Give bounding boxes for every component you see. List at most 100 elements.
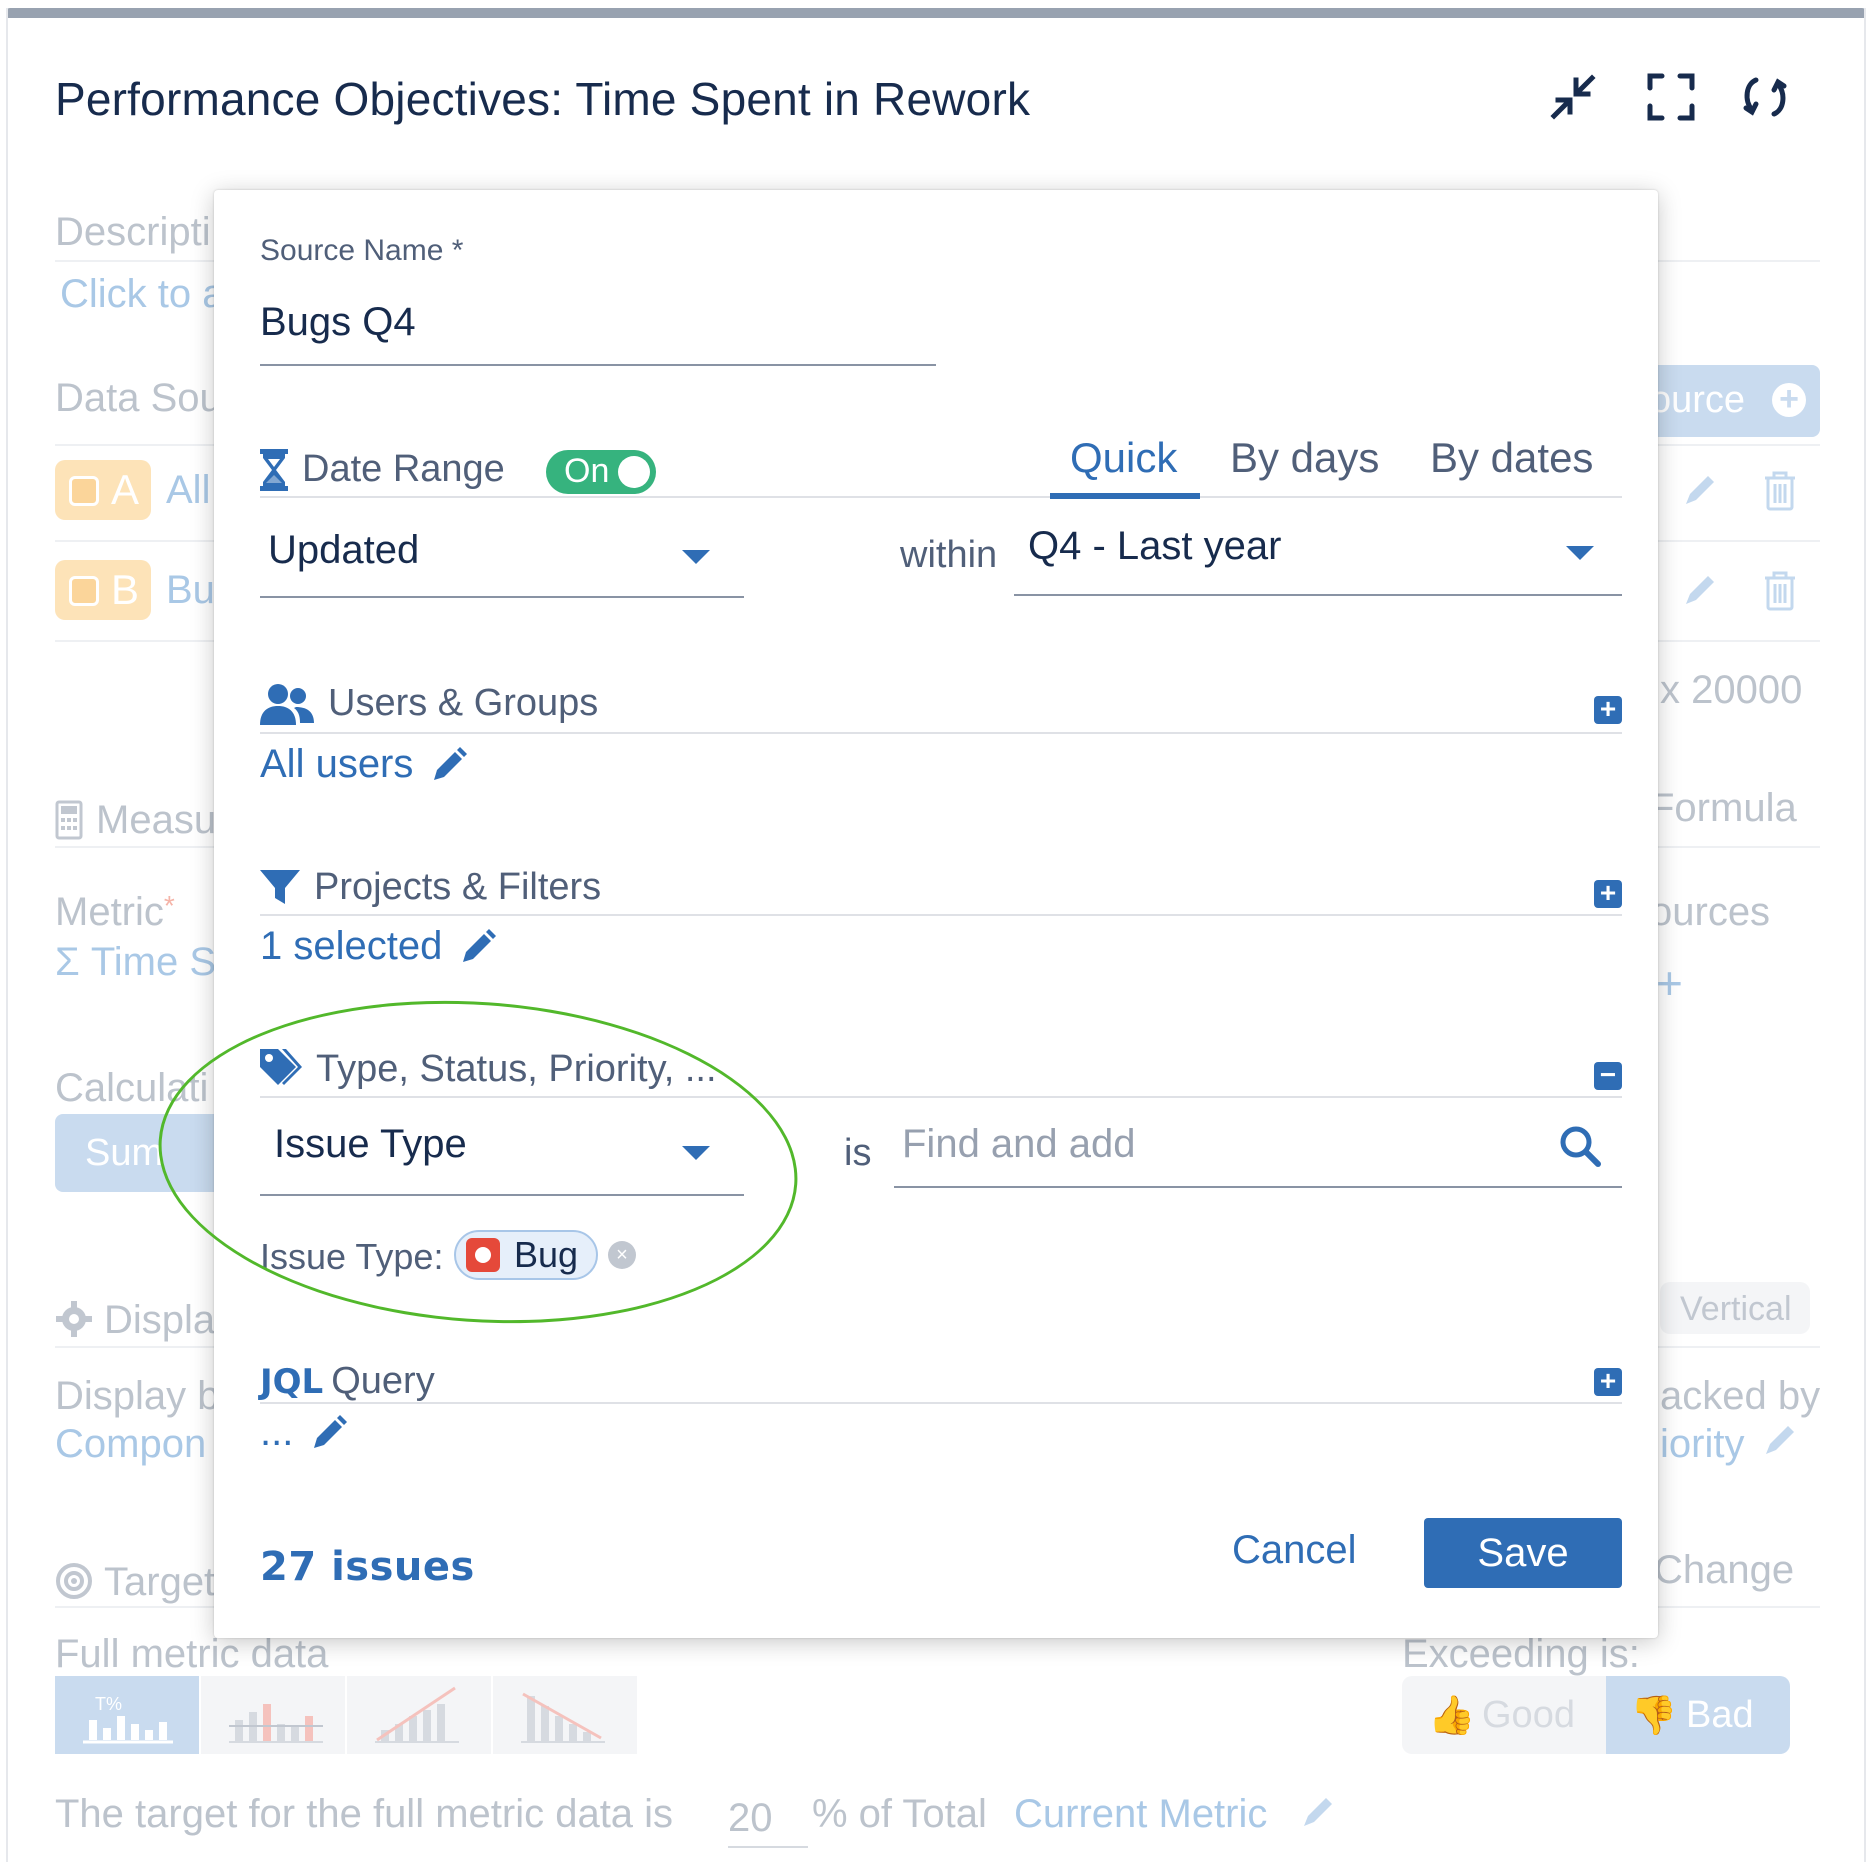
collapse-type-button[interactable]: − xyxy=(1594,1061,1622,1090)
bad-option[interactable]: 👎 Bad xyxy=(1606,1676,1790,1754)
add-icon[interactable]: + xyxy=(1656,956,1683,1010)
good-option[interactable]: 👍 Good xyxy=(1402,1676,1606,1754)
display-label: Displa xyxy=(104,1298,216,1342)
data-sources-label: Data Sou xyxy=(55,376,222,420)
bad-label: Bad xyxy=(1686,1694,1754,1736)
metric-label: Metric* xyxy=(55,890,175,935)
trash-icon[interactable] xyxy=(1762,570,1798,612)
issues-count: 27 issues xyxy=(260,1544,475,1590)
toggle-label: On xyxy=(564,452,610,490)
plus-circle-icon: + xyxy=(1772,382,1806,417)
filter-icon xyxy=(260,869,300,904)
hourglass-icon xyxy=(260,448,288,491)
issue-field-value: Issue Type xyxy=(274,1122,467,1166)
type-divider xyxy=(260,1096,1622,1098)
bug-chip-label: Bug xyxy=(514,1234,579,1275)
description-link[interactable]: Click to a xyxy=(60,272,225,317)
save-button[interactable]: Save xyxy=(1424,1518,1622,1588)
pencil-icon[interactable] xyxy=(1680,570,1720,610)
checkbox-icon xyxy=(69,576,99,606)
is-label: is xyxy=(844,1132,872,1174)
users-groups-title: Users & Groups xyxy=(328,682,599,724)
required-marker: * xyxy=(163,890,175,921)
target-value-input[interactable]: 20 xyxy=(728,1796,773,1841)
users-groups-header: Users & Groups xyxy=(260,682,598,725)
sources-label: ources xyxy=(1650,890,1771,934)
period-underline xyxy=(1014,594,1622,596)
pencil-icon[interactable] xyxy=(1680,470,1720,510)
vertical-toggle[interactable]: Vertical xyxy=(1660,1282,1810,1334)
projects-filters-header: Projects & Filters xyxy=(260,866,601,909)
projects-filters-title: Projects & Filters xyxy=(314,866,602,908)
current-metric-link[interactable]: Current Metric xyxy=(1014,1792,1267,1837)
date-range-label: Date Range xyxy=(302,448,505,490)
chart-type-trend-down[interactable] xyxy=(493,1676,639,1754)
date-range-toggle[interactable]: On xyxy=(546,450,656,494)
exceeding-label: Exceeding is: xyxy=(1402,1632,1640,1676)
metric-label-text: Metric xyxy=(55,890,164,934)
active-tab-indicator xyxy=(1050,493,1200,499)
chart-type-percent[interactable]: T% xyxy=(55,1676,201,1754)
change-label: Change xyxy=(1654,1548,1795,1592)
display-by-value[interactable]: Compon xyxy=(55,1422,206,1467)
date-field-select[interactable]: Updated xyxy=(260,520,744,592)
jql-value-link[interactable]: ... xyxy=(260,1410,348,1455)
tab-by-dates[interactable]: By dates xyxy=(1430,434,1593,482)
metric-value[interactable]: Σ Time S xyxy=(55,940,216,985)
page-title: Performance Objectives: Time Spent in Re… xyxy=(55,73,1031,125)
chart-type-selector: T% xyxy=(55,1676,639,1754)
chart-type-trend-up[interactable] xyxy=(347,1676,493,1754)
exceeding-toggle: 👍 Good 👎 Bad xyxy=(1402,1676,1790,1754)
expand-jql-button[interactable]: + xyxy=(1594,1367,1622,1396)
target-icon xyxy=(55,1562,93,1600)
target-label: Target xyxy=(104,1560,216,1604)
projects-value-link[interactable]: 1 selected xyxy=(260,924,497,969)
source-name-input[interactable]: Bugs Q4 xyxy=(260,300,416,345)
cancel-button[interactable]: Cancel xyxy=(1232,1528,1357,1573)
pencil-icon xyxy=(463,928,497,962)
stacked-by-label: acked by xyxy=(1660,1374,1821,1418)
find-placeholder: Find and add xyxy=(902,1122,1136,1166)
issue-field-underline xyxy=(260,1194,744,1196)
source-a-letter: A xyxy=(111,466,140,513)
source-b-badge[interactable]: B xyxy=(55,560,151,620)
bug-chip[interactable]: Bug xyxy=(454,1230,599,1280)
chart-type-target[interactable] xyxy=(201,1676,347,1754)
jql-divider xyxy=(260,1402,1622,1404)
remove-chip-icon[interactable]: × xyxy=(608,1241,636,1269)
stacked-by-value[interactable]: iority xyxy=(1660,1422,1744,1467)
pencil-icon xyxy=(314,1414,348,1448)
thumbs-down-icon: 👎 xyxy=(1630,1695,1678,1737)
source-b-name[interactable]: Bu xyxy=(166,568,215,613)
pencil-icon xyxy=(434,746,468,780)
fullscreen-icon[interactable] xyxy=(1644,70,1698,124)
tags-icon xyxy=(260,1048,302,1085)
expand-projects-button[interactable]: + xyxy=(1594,879,1622,908)
pencil-icon[interactable] xyxy=(1760,1420,1800,1460)
good-label: Good xyxy=(1482,1694,1575,1736)
issue-field-select[interactable]: Issue Type xyxy=(260,1110,744,1190)
period-select[interactable]: Q4 - Last year xyxy=(1014,516,1622,588)
source-a-name[interactable]: All xyxy=(166,468,210,513)
source-name-label: Source Name * xyxy=(260,234,464,267)
chevron-down-icon xyxy=(682,1146,710,1160)
target-sentence-pre: The target for the full metric data is xyxy=(55,1792,674,1836)
tab-quick[interactable]: Quick xyxy=(1070,434,1177,482)
find-and-add-input[interactable]: Find and add xyxy=(894,1114,1622,1184)
pencil-icon[interactable] xyxy=(1298,1792,1338,1832)
target-sentence-post: % of Total xyxy=(812,1792,987,1836)
source-a-badge[interactable]: A xyxy=(55,460,151,520)
users-value-link[interactable]: All users xyxy=(260,742,468,787)
trash-icon[interactable] xyxy=(1762,470,1798,512)
sum-button[interactable]: Sum xyxy=(55,1114,235,1192)
collapse-icon[interactable] xyxy=(1546,70,1600,124)
thumbs-up-icon: 👍 xyxy=(1428,1695,1476,1737)
expand-users-button[interactable]: + xyxy=(1594,695,1622,724)
refresh-icon[interactable] xyxy=(1738,70,1792,124)
svg-text:T%: T% xyxy=(95,1694,122,1714)
data-source-modal: Source Name * Bugs Q4 Date Range On Quic… xyxy=(214,190,1658,1638)
gear-icon xyxy=(55,1300,93,1338)
tab-by-days[interactable]: By days xyxy=(1230,434,1379,482)
projects-value: 1 selected xyxy=(260,924,443,968)
type-status-header: Type, Status, Priority, ... xyxy=(260,1048,717,1091)
